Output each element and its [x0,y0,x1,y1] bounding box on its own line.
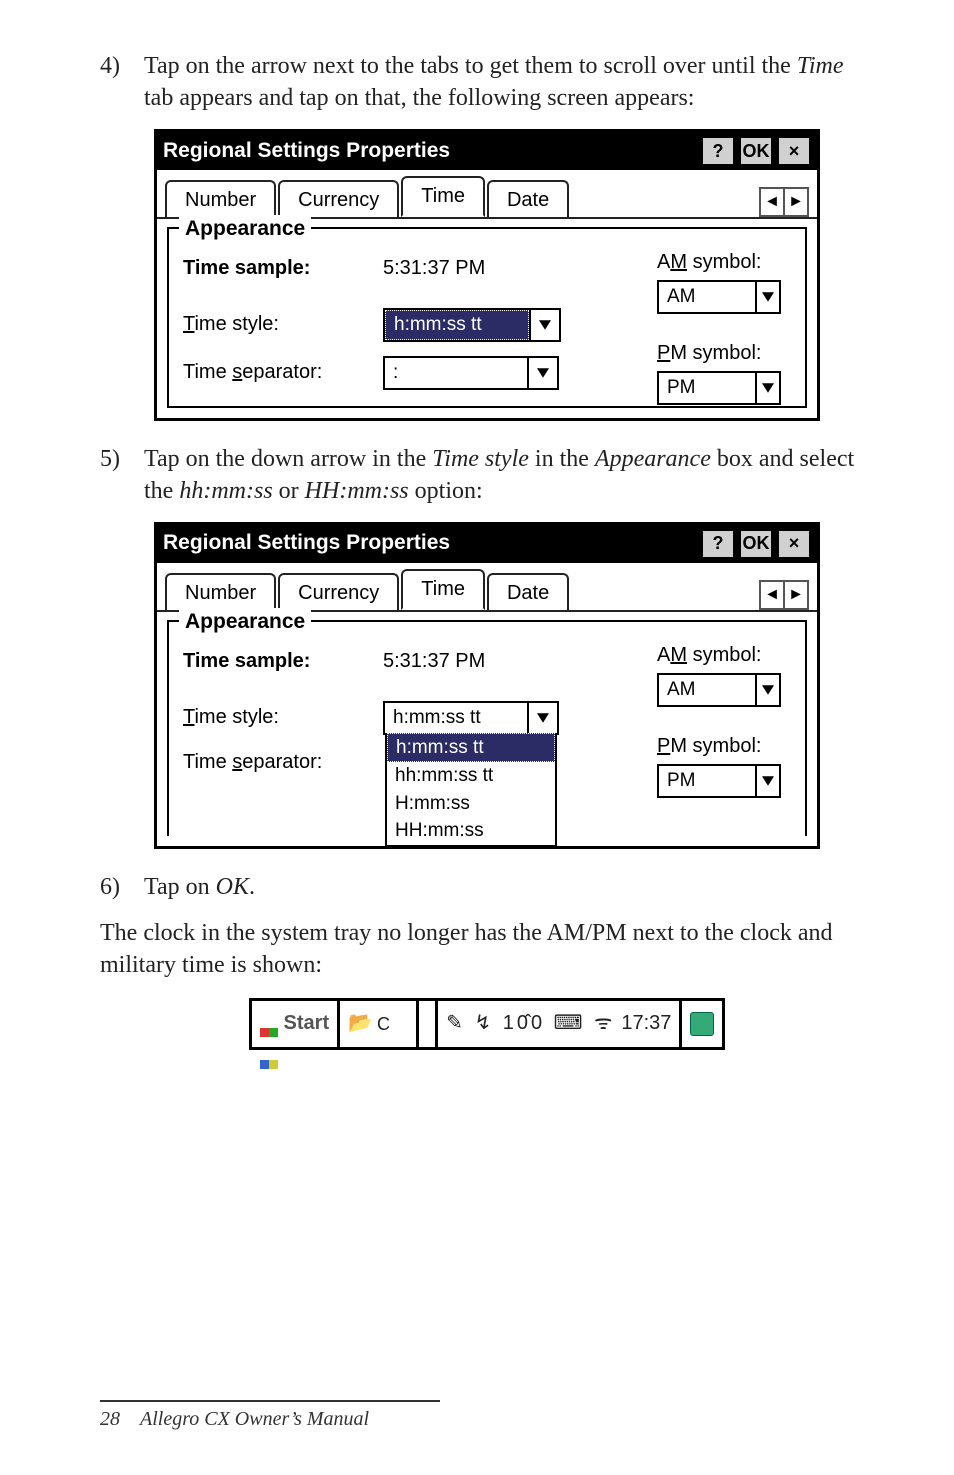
step-text: Tap on OK. [144,871,874,903]
time-style-label: Time style: [183,311,383,338]
time-separator-value: : [385,358,527,388]
pm-symbol-combo[interactable]: PM [657,371,781,405]
system-tray[interactable]: ✎ ↯ 10̂0 ⌨ ᯤ 17:37 [438,1001,682,1047]
tab-strip: Number Currency Time Date ◄ ► [157,170,817,217]
tab-scroll-right-icon[interactable]: ► [783,189,807,215]
close-button[interactable]: × [777,136,811,166]
time-separator-combo[interactable]: : [383,356,559,390]
appearance-fieldset: Appearance AM symbol: AM PM symbol: [167,620,807,836]
ok-button[interactable]: OK [739,529,773,559]
time-style-option[interactable]: HH:mm:ss [387,817,555,845]
pm-symbol-value: PM [659,766,755,796]
tab-scroll-left-icon[interactable]: ◄ [761,582,783,608]
pm-symbol-label: PM symbol: [657,340,781,367]
chevron-down-icon[interactable] [755,766,779,796]
time-style-value: h:mm:ss tt [385,703,527,733]
time-style-combo[interactable]: h:mm:ss tt [383,308,561,342]
time-sample-value: 5:31:37 PM [383,648,485,675]
titlebar: Regional Settings Properties ? OK × [157,132,817,170]
help-button[interactable]: ? [701,529,735,559]
app-icon[interactable]: 📂 [348,1010,373,1037]
am-symbol-label: AM symbol: [657,642,781,669]
time-separator-label: Time separator: [183,359,383,386]
am-symbol-value: AM [659,675,755,705]
app-icon[interactable]: C [377,1012,390,1036]
time-style-dropdown: h:mm:ss tt hh:mm:ss tt H:mm:ss HH:mm:ss [385,733,557,848]
time-sample-label: Time sample: [183,648,383,675]
dialog-title: Regional Settings Properties [163,529,697,557]
regional-settings-dialog-1: Regional Settings Properties ? OK × Numb… [154,129,820,421]
am-symbol-combo[interactable]: AM [657,673,781,707]
pm-symbol-combo[interactable]: PM [657,764,781,798]
step-number: 6) [100,871,144,903]
time-style-label: Time style: [183,704,383,731]
pm-symbol-label: PM symbol: [657,733,781,760]
am-symbol-combo[interactable]: AM [657,280,781,314]
tab-time[interactable]: Time [401,176,485,217]
time-sample-value: 5:31:37 PM [383,255,485,282]
chevron-down-icon[interactable] [529,310,559,340]
fieldset-legend: Appearance [179,215,311,243]
tab-strip: Number Currency Time Date ◄ ► [157,563,817,610]
taskbar: Start 📂 C ✎ ↯ 10̂0 ⌨ ᯤ 17:37 [249,998,726,1050]
chevron-down-icon[interactable] [755,282,779,312]
ok-button[interactable]: OK [739,136,773,166]
regional-settings-dialog-2: Regional Settings Properties ? OK × Numb… [154,522,820,849]
time-style-value: h:mm:ss tt [385,310,529,340]
tab-number[interactable]: Number [165,180,276,219]
desktop-icon [690,1012,714,1036]
tab-currency[interactable]: Currency [278,573,399,612]
body-paragraph: The clock in the system tray no longer h… [100,917,874,982]
am-symbol-value: AM [659,282,755,312]
step-number: 4) [100,50,144,82]
fieldset-legend: Appearance [179,608,311,636]
appearance-fieldset: Appearance AM symbol: AM PM symbol: [167,227,807,408]
am-symbol-label: AM symbol: [657,249,781,276]
tab-date[interactable]: Date [487,573,569,612]
pm-symbol-value: PM [659,373,755,403]
help-button[interactable]: ? [701,136,735,166]
step-text: Tap on the arrow next to the tabs to get… [144,50,874,115]
step-text: Tap on the down arrow in the Time style … [144,443,874,508]
chevron-down-icon[interactable] [527,703,557,733]
titlebar: Regional Settings Properties ? OK × [157,525,817,563]
chevron-down-icon[interactable] [755,675,779,705]
start-button[interactable]: Start [252,1001,341,1047]
tray-icons[interactable]: ✎ ↯ 10̂0 ⌨ ᯤ [446,1010,615,1037]
show-desktop-button[interactable] [682,1001,722,1047]
tab-scroll-right-icon[interactable]: ► [783,582,807,608]
dialog-title: Regional Settings Properties [163,137,697,165]
close-button[interactable]: × [777,529,811,559]
chevron-down-icon[interactable] [755,373,779,403]
tab-date[interactable]: Date [487,180,569,219]
windows-flag-icon [260,1014,280,1034]
time-style-option[interactable]: h:mm:ss tt [387,733,555,763]
tab-scroll-left-icon[interactable]: ◄ [761,189,783,215]
chevron-down-icon[interactable] [527,358,557,388]
tab-scroll: ◄ ► [759,580,809,610]
step-number: 5) [100,443,144,475]
time-style-combo[interactable]: h:mm:ss tt h:mm:ss tt hh:mm:ss tt H:mm:s… [383,701,559,735]
tab-scroll: ◄ ► [759,187,809,217]
time-separator-label: Time separator: [183,749,383,776]
time-style-option[interactable]: H:mm:ss [387,790,555,818]
quick-launch[interactable]: 📂 C [340,1001,419,1047]
tab-number[interactable]: Number [165,573,276,612]
clock[interactable]: 17:37 [621,1010,671,1037]
tab-time[interactable]: Time [401,569,485,610]
taskbar-spacer [419,1001,438,1047]
time-style-option[interactable]: hh:mm:ss tt [387,762,555,790]
time-sample-label: Time sample: [183,255,383,282]
tab-currency[interactable]: Currency [278,180,399,219]
page-footer: 28 Allegro CX Owner’s Manual [100,1400,440,1433]
